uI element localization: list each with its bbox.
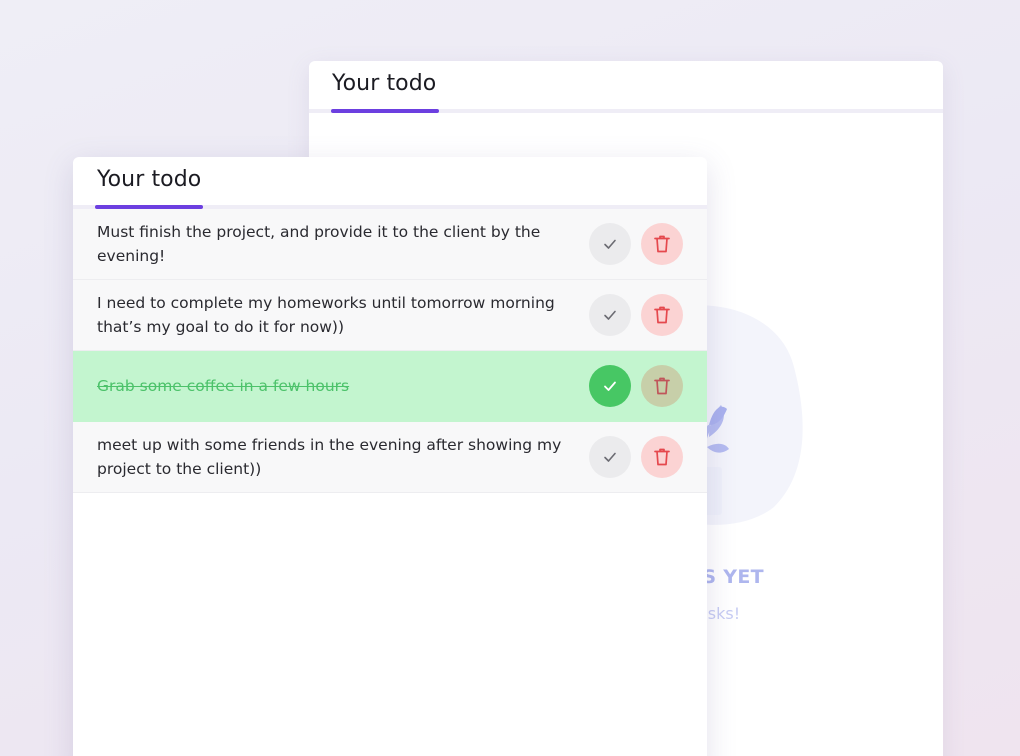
todo-text: Grab some coffee in a few hours [97,377,350,395]
checkmark-icon [604,452,616,462]
complete-button[interactable] [589,436,631,478]
card-header: Your todo [309,61,943,113]
complete-button[interactable] [589,223,631,265]
checkmark-icon [604,381,616,391]
todo-item: Must finish the project, and provide it … [73,209,707,280]
trash-icon [654,235,670,253]
checkmark-icon [604,239,616,249]
title-underline [331,109,439,113]
trash-icon [654,377,670,395]
delete-button[interactable] [641,365,683,407]
trash-icon [654,448,670,466]
todo-item-completed: Grab some coffee in a few hours [73,351,707,422]
todo-text: Must finish the project, and provide it … [97,223,541,265]
complete-button[interactable] [589,294,631,336]
delete-button[interactable] [641,294,683,336]
todo-text: meet up with some friends in the evening… [97,436,562,478]
card-title: Your todo [97,167,202,192]
todo-card: Your todo Must finish the project, and p… [73,157,707,756]
trash-icon [654,306,670,324]
card-title: Your todo [332,71,437,96]
delete-button[interactable] [641,223,683,265]
delete-button[interactable] [641,436,683,478]
todo-list: Must finish the project, and provide it … [73,209,707,493]
complete-button[interactable] [589,365,631,407]
todo-text: I need to complete my homeworks until to… [97,294,555,336]
todo-item: I need to complete my homeworks until to… [73,280,707,351]
checkmark-icon [604,310,616,320]
card-header: Your todo [73,157,707,209]
todo-item: meet up with some friends in the evening… [73,422,707,493]
